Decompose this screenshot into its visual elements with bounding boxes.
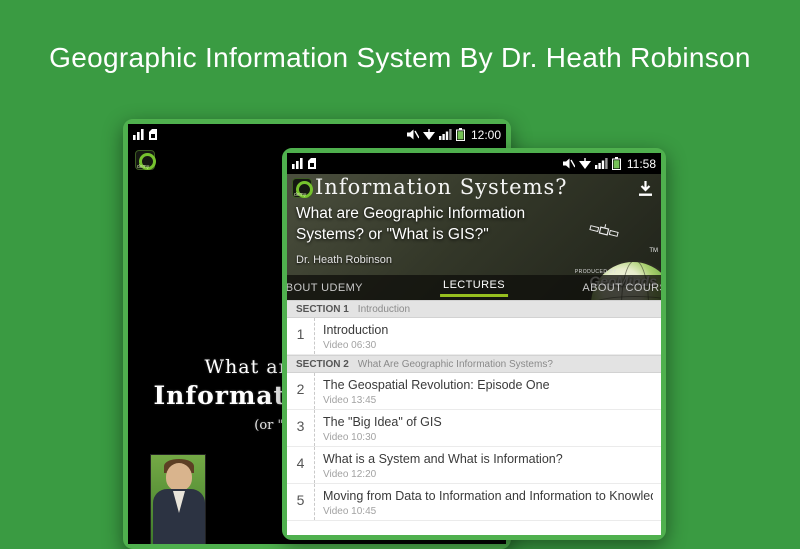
- lecture-list: SECTION 1 Introduction 1 Introduction Vi…: [287, 300, 661, 521]
- tab-bar: ABOUT UDEMY LECTURES ABOUT COURSE: [287, 275, 661, 300]
- lecture-number: 5: [287, 484, 315, 520]
- course-title-line-2: Systems? or "What is GIS?": [296, 226, 489, 244]
- battery-icon: [456, 128, 465, 141]
- page-title: Geographic Information System By Dr. Hea…: [0, 42, 800, 74]
- back-status-bar: 12:00: [128, 124, 506, 145]
- lecture-meta: Video 13:45: [323, 395, 550, 406]
- front-phone-frame: 11:58 Information Systems? What are Geog…: [282, 148, 666, 540]
- satellite-doodle: [587, 219, 620, 244]
- section-title: Introduction: [358, 304, 410, 315]
- tab-about-udemy[interactable]: ABOUT UDEMY: [287, 282, 363, 294]
- chart-notification-icon: [292, 158, 303, 169]
- instructor-photo-face: [166, 463, 192, 491]
- lecture-row-1[interactable]: 1 Introduction Video 06:30: [287, 318, 661, 355]
- lecture-meta: Video 10:30: [323, 432, 442, 443]
- wifi-icon: [423, 129, 435, 140]
- signal-icon: [439, 129, 452, 140]
- lecture-body: The "Big Idea" of GIS Video 10:30: [315, 410, 450, 446]
- lecture-row-5[interactable]: 5 Moving from Data to Information and In…: [287, 484, 661, 521]
- mute-icon: [407, 129, 419, 140]
- back-status-clock: 12:00: [471, 128, 501, 142]
- chart-notification-icon: [133, 129, 144, 140]
- chalkboard-heading: Information Systems?: [315, 175, 568, 199]
- lecture-number: 3: [287, 410, 315, 446]
- course-title-line-1: What are Geographic Information: [296, 205, 525, 223]
- lecture-row-2[interactable]: 2 The Geospatial Revolution: Episode One…: [287, 373, 661, 410]
- lecture-title: The Geospatial Revolution: Episode One: [323, 378, 550, 392]
- front-phone-screen: 11:58 Information Systems? What are Geog…: [287, 153, 661, 535]
- section-header-2: SECTION 2 What Are Geographic Informatio…: [287, 355, 661, 373]
- lecture-row-3[interactable]: 3 The "Big Idea" of GIS Video 10:30: [287, 410, 661, 447]
- lecture-body: Moving from Data to Information and Info…: [315, 484, 661, 520]
- front-status-clock: 11:58: [627, 157, 656, 171]
- download-button[interactable]: [638, 180, 653, 197]
- trademark-symbol: TM: [649, 248, 658, 254]
- lecture-number: 2: [287, 373, 315, 409]
- tab-lectures[interactable]: LECTURES: [440, 279, 508, 297]
- lecture-number: 1: [287, 318, 315, 354]
- section-label: SECTION 2: [296, 359, 349, 370]
- mute-icon: [563, 158, 575, 169]
- lecture-number: 4: [287, 447, 315, 483]
- tab-about-course[interactable]: ABOUT COURSE: [582, 282, 661, 294]
- lecture-title: What is a System and What is Information…: [323, 452, 563, 466]
- wifi-icon: [579, 158, 591, 169]
- section-title: What Are Geographic Information Systems?: [358, 359, 553, 370]
- battery-icon: [612, 157, 621, 170]
- front-status-bar: 11:58: [287, 153, 661, 174]
- course-header: Information Systems? What are Geographic…: [287, 174, 661, 300]
- lecture-title: The "Big Idea" of GIS: [323, 415, 442, 429]
- sim-notification-icon: [307, 158, 317, 169]
- lecture-meta: Video 06:30: [323, 340, 388, 351]
- lecture-title: Introduction: [323, 323, 388, 337]
- udemy-logo: [292, 178, 312, 198]
- instructor-photo: [150, 454, 206, 544]
- signal-icon: [595, 158, 608, 169]
- lecture-body: What is a System and What is Information…: [315, 447, 571, 483]
- udemy-logo: [135, 150, 155, 170]
- lecture-body: The Geospatial Revolution: Episode One V…: [315, 373, 558, 409]
- lecture-body: Introduction Video 06:30: [315, 318, 396, 354]
- lecture-meta: Video 12:20: [323, 469, 563, 480]
- section-header-1: SECTION 1 Introduction: [287, 300, 661, 318]
- sim-notification-icon: [148, 129, 158, 140]
- instructor-name: Dr. Heath Robinson: [296, 254, 392, 266]
- lecture-title: Moving from Data to Information and Info…: [323, 489, 653, 503]
- section-label: SECTION 1: [296, 304, 349, 315]
- lecture-meta: Video 10:45: [323, 506, 653, 517]
- lecture-row-4[interactable]: 4 What is a System and What is Informati…: [287, 447, 661, 484]
